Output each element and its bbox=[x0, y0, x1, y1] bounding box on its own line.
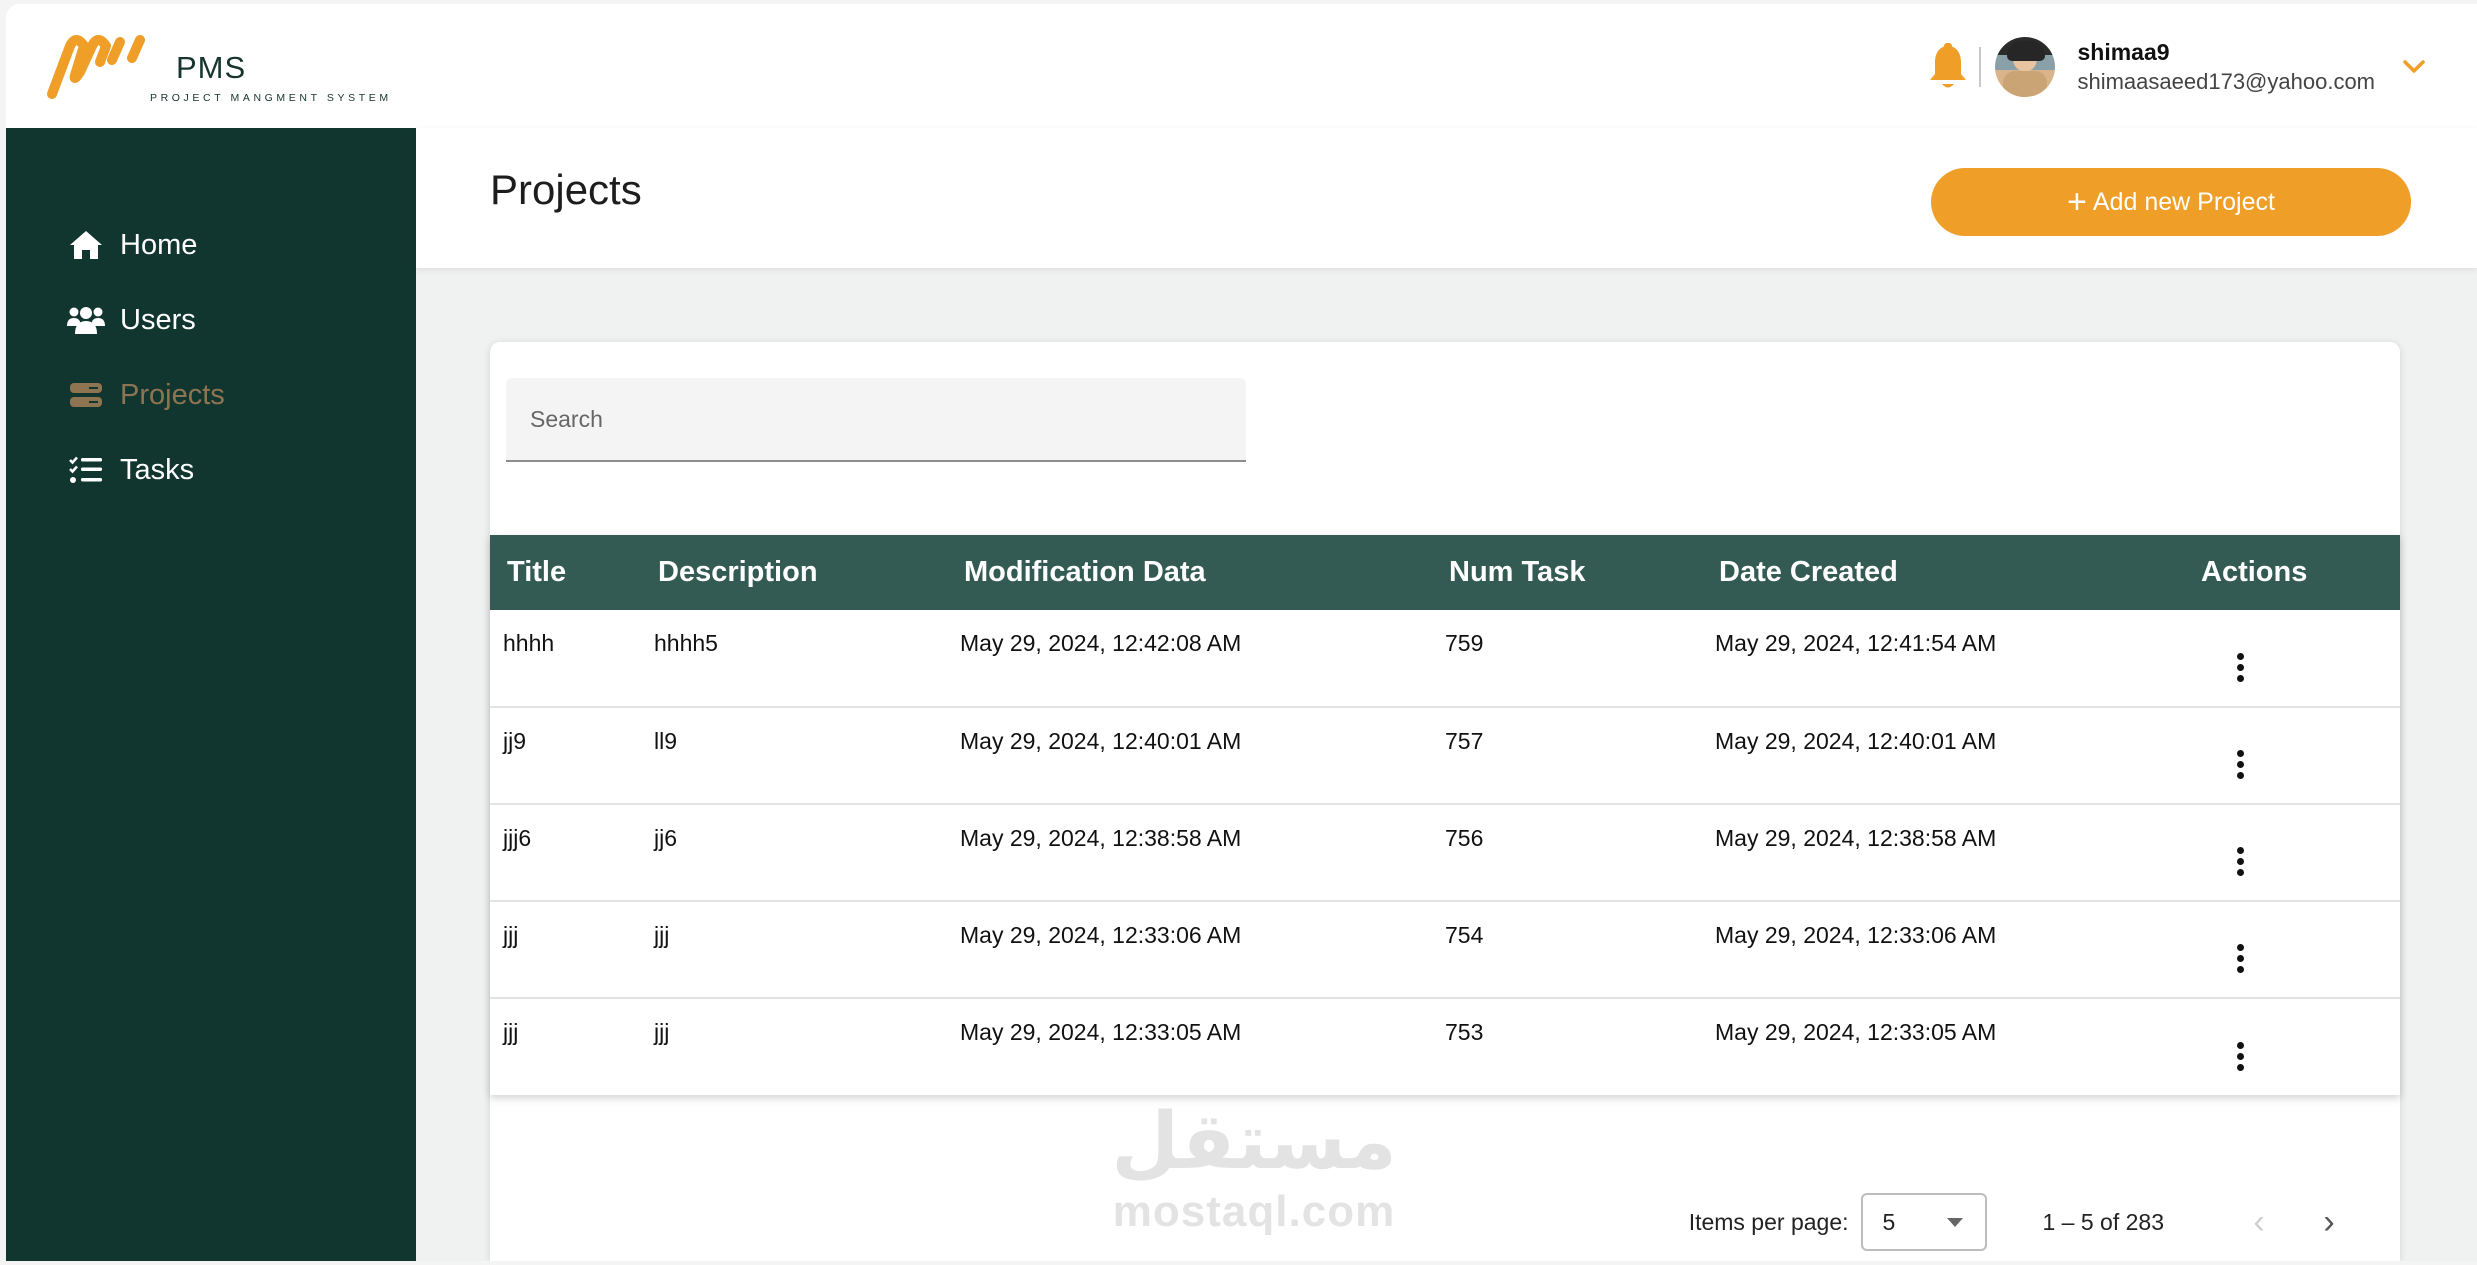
more-vert-icon[interactable] bbox=[2220, 939, 2260, 979]
more-vert-icon[interactable] bbox=[2220, 647, 2260, 687]
users-icon bbox=[66, 303, 106, 337]
sidebar-item-users[interactable]: Users bbox=[66, 295, 196, 345]
cell-actions bbox=[2184, 707, 2400, 804]
cell-description: jjj bbox=[654, 1019, 670, 1045]
projects-card: Title Description Modification Data Num … bbox=[490, 342, 2400, 1261]
sidebar-item-projects[interactable]: Projects bbox=[66, 370, 225, 420]
chevron-down-icon[interactable] bbox=[2403, 60, 2425, 74]
cell-modified: May 29, 2024, 12:33:05 AM bbox=[960, 1019, 1242, 1045]
cell-created: May 29, 2024, 12:41:54 AM bbox=[1715, 630, 1997, 656]
divider bbox=[1979, 47, 1982, 87]
table-row[interactable]: hhhh hhhh5 May 29, 2024, 12:42:08 AM 759… bbox=[490, 610, 2400, 707]
watermark: مستقل mostaql.com bbox=[1094, 1097, 1414, 1237]
column-header-num-task[interactable]: Num Task bbox=[1432, 535, 1702, 610]
cell-modified: May 29, 2024, 12:33:06 AM bbox=[960, 922, 1242, 948]
sidebar-item-label: Projects bbox=[120, 378, 225, 411]
cell-modified: May 29, 2024, 12:42:08 AM bbox=[960, 630, 1242, 656]
projects-table: Title Description Modification Data Num … bbox=[490, 535, 2400, 1095]
items-per-page-value: 5 bbox=[1882, 1208, 1896, 1235]
user-info[interactable]: shimaa9 shimaasaeed173@yahoo.com bbox=[2077, 37, 2375, 97]
table-row[interactable]: jj9 ll9 May 29, 2024, 12:40:01 AM 757 Ma… bbox=[490, 707, 2400, 804]
more-vert-icon[interactable] bbox=[2220, 1036, 2260, 1076]
watermark-latin: mostaql.com bbox=[1112, 1187, 1396, 1236]
cell-description: jj6 bbox=[654, 825, 678, 851]
search-input[interactable] bbox=[506, 378, 1246, 462]
cell-created: May 29, 2024, 12:33:06 AM bbox=[1715, 922, 1997, 948]
add-project-button[interactable]: + Add new Project bbox=[1931, 168, 2411, 236]
cell-num-task: 757 bbox=[1445, 728, 1484, 754]
cell-title: jjj bbox=[503, 922, 519, 948]
table-row[interactable]: jjj6 jj6 May 29, 2024, 12:38:58 AM 756 M… bbox=[490, 804, 2400, 901]
column-header-description[interactable]: Description bbox=[641, 535, 947, 610]
avatar[interactable] bbox=[1995, 37, 2056, 97]
sidebar-item-home[interactable]: Home bbox=[66, 220, 197, 270]
cell-created: May 29, 2024, 12:33:05 AM bbox=[1715, 1019, 1997, 1045]
user-email: shimaasaeed173@yahoo.com bbox=[2077, 69, 2375, 94]
cell-title: jj9 bbox=[503, 728, 527, 754]
sidebar-item-label: Tasks bbox=[120, 453, 195, 486]
main-content: Projects + Add new Project Title Descrip… bbox=[416, 128, 2477, 1261]
cell-num-task: 756 bbox=[1445, 825, 1484, 851]
cell-modified: May 29, 2024, 12:40:01 AM bbox=[960, 728, 1242, 754]
column-header-modification[interactable]: Modification Data bbox=[947, 535, 1432, 610]
cell-description: hhhh5 bbox=[654, 630, 718, 656]
cell-actions bbox=[2184, 998, 2400, 1095]
cell-description: ll9 bbox=[654, 728, 678, 754]
top-navbar: PMS PROJECT MANGMENT SYSTEM shimaa9 shim… bbox=[6, 4, 2477, 128]
cell-created: May 29, 2024, 12:38:58 AM bbox=[1715, 825, 1997, 851]
home-icon bbox=[66, 228, 106, 262]
next-page-button[interactable]: › bbox=[2294, 1192, 2364, 1252]
items-per-page-label: Items per page: bbox=[1688, 1208, 1849, 1235]
projects-icon bbox=[66, 378, 106, 412]
page-range-label: 1 – 5 of 283 bbox=[2042, 1208, 2165, 1235]
previous-page-button[interactable]: ‹ bbox=[2224, 1192, 2294, 1252]
sidebar: Home Users Projects Tasks bbox=[6, 128, 416, 1261]
plus-icon: + bbox=[2067, 183, 2087, 221]
cell-title: jjj6 bbox=[503, 825, 532, 851]
watermark-arabic: مستقل bbox=[1111, 1097, 1397, 1187]
cell-description: jjj bbox=[654, 922, 670, 948]
tasks-icon bbox=[66, 453, 106, 487]
user-area: shimaa9 shimaasaeed173@yahoo.com bbox=[1927, 32, 2425, 102]
more-vert-icon[interactable] bbox=[2220, 745, 2260, 785]
cell-actions bbox=[2184, 804, 2400, 901]
brand-name: PMS bbox=[176, 50, 247, 85]
cell-num-task: 759 bbox=[1445, 630, 1484, 656]
column-header-actions: Actions bbox=[2201, 556, 2308, 588]
sidebar-item-label: Home bbox=[120, 228, 198, 261]
cell-actions bbox=[2184, 901, 2400, 998]
page-title: Projects bbox=[490, 166, 642, 213]
bell-icon[interactable] bbox=[1927, 42, 1969, 92]
column-header-title[interactable]: Title bbox=[490, 535, 641, 610]
cell-num-task: 754 bbox=[1445, 922, 1484, 948]
cell-modified: May 29, 2024, 12:38:58 AM bbox=[960, 825, 1242, 851]
table-row[interactable]: jjj jjj May 29, 2024, 12:33:06 AM 754 Ma… bbox=[490, 901, 2400, 998]
brand-subtitle: PROJECT MANGMENT SYSTEM bbox=[150, 92, 392, 104]
add-project-label: Add new Project bbox=[2092, 187, 2275, 216]
app-window: PMS PROJECT MANGMENT SYSTEM shimaa9 shim… bbox=[6, 4, 2477, 1261]
logo[interactable]: PMS PROJECT MANGMENT SYSTEM bbox=[42, 32, 388, 104]
cell-title: jjj bbox=[503, 1019, 519, 1045]
dropdown-caret-icon bbox=[1946, 1217, 1963, 1227]
column-header-date-created[interactable]: Date Created bbox=[1702, 535, 2184, 610]
cell-created: May 29, 2024, 12:40:01 AM bbox=[1715, 728, 1997, 754]
table-header-row: Title Description Modification Data Num … bbox=[490, 535, 2400, 610]
sidebar-item-label: Users bbox=[120, 303, 196, 336]
cell-actions bbox=[2184, 610, 2400, 707]
sidebar-item-tasks[interactable]: Tasks bbox=[66, 445, 194, 495]
user-name: shimaa9 bbox=[2077, 39, 2170, 65]
paginator: Items per page: 5 1 – 5 of 283 ‹ › bbox=[1689, 1190, 2400, 1254]
items-per-page-select[interactable]: 5 bbox=[1860, 1193, 1987, 1251]
table-row[interactable]: jjj jjj May 29, 2024, 12:33:05 AM 753 Ma… bbox=[490, 998, 2400, 1095]
more-vert-icon[interactable] bbox=[2220, 842, 2260, 882]
page-header: Projects + Add new Project bbox=[416, 128, 2477, 268]
cell-num-task: 753 bbox=[1445, 1019, 1484, 1045]
cell-title: hhhh bbox=[503, 630, 555, 656]
